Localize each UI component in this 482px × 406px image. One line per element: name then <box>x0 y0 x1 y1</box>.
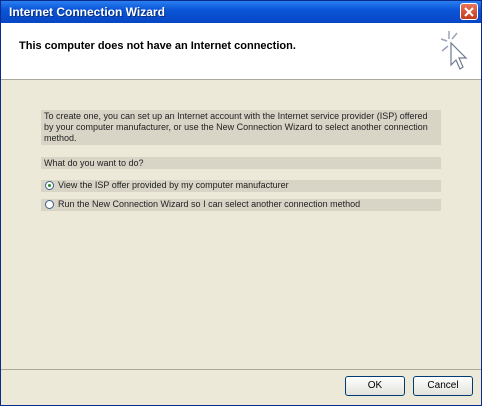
option-new-connection-wizard[interactable]: Run the New Connection Wizard so I can s… <box>41 199 441 211</box>
wizard-content: To create one, you can set up an Interne… <box>1 80 481 370</box>
question-text: What do you want to do? <box>41 157 441 169</box>
close-icon <box>464 7 474 17</box>
close-button[interactable] <box>460 3 478 20</box>
header-title: This computer does not have an Internet … <box>19 40 296 52</box>
wizard-cursor-icon <box>440 31 468 70</box>
window-title: Internet Connection Wizard <box>9 5 165 19</box>
option-isp-offer-label: View the ISP offer provided by my comput… <box>58 180 289 190</box>
description-text: To create one, you can set up an Interne… <box>41 110 441 145</box>
radio-isp-offer[interactable] <box>45 181 54 190</box>
footer-divider <box>1 369 481 370</box>
wizard-header: This computer does not have an Internet … <box>1 23 481 80</box>
radio-new-connection-wizard[interactable] <box>45 200 54 209</box>
wizard-window: Internet Connection Wizard This computer… <box>0 0 482 406</box>
option-new-connection-wizard-label: Run the New Connection Wizard so I can s… <box>58 199 361 209</box>
option-isp-offer[interactable]: View the ISP offer provided by my comput… <box>41 180 441 192</box>
title-bar[interactable]: Internet Connection Wizard <box>1 1 481 23</box>
ok-button[interactable]: OK <box>345 376 405 396</box>
cancel-button[interactable]: Cancel <box>413 376 473 396</box>
